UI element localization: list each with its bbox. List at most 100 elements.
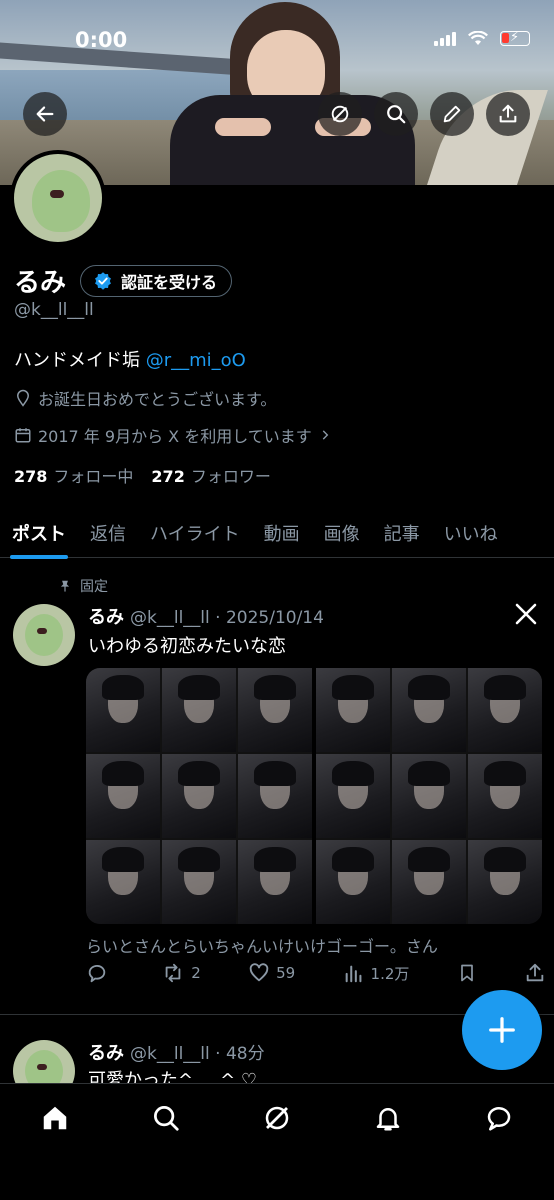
bell-icon (376, 1108, 400, 1131)
nav-grok[interactable] (247, 1098, 307, 1138)
photo-cell (316, 668, 390, 752)
post-avatar[interactable] (13, 604, 75, 666)
tab-likes[interactable]: いいね (432, 508, 510, 558)
post-header: るみ @k__ll__ll · 48分 (88, 1039, 265, 1065)
battery-icon: ⚡ (500, 30, 530, 46)
views-button[interactable]: 1.2万 (343, 962, 410, 984)
reply-icon (88, 964, 106, 983)
following-count: 278 (14, 467, 48, 486)
photo-cell (162, 840, 236, 924)
followers-label: フォロワー (190, 467, 271, 486)
profile-avatar[interactable] (10, 150, 106, 246)
heart-icon (249, 963, 269, 982)
reply-button[interactable] (86, 962, 114, 984)
post-text: いわゆる初恋みたいな恋 (88, 636, 286, 657)
pinned-label: 固定 (80, 579, 108, 595)
post-share-button[interactable] (524, 962, 546, 984)
photo-cell (392, 840, 466, 924)
tab-articles[interactable]: 記事 (372, 508, 432, 558)
post-avatar-figure (25, 614, 63, 656)
edit-pencil-icon (443, 105, 461, 123)
display-name: るみ (14, 268, 67, 298)
tab-highlights[interactable]: ハイライト (138, 508, 252, 558)
post-header: るみ @k__ll__ll · 2025/10/14 (88, 603, 324, 629)
photo-cell (238, 840, 312, 924)
pin-icon (60, 580, 70, 592)
joined-text: 2017 年 9月から X を利用しています (38, 427, 312, 446)
plus-icon (489, 1017, 515, 1043)
wifi-icon (468, 30, 488, 45)
follow-stats: 278 フォロー中 272 フォロワー (14, 463, 271, 487)
bookmark-icon (460, 964, 473, 982)
share-button[interactable] (486, 92, 530, 136)
chat-bubble-icon (487, 1107, 510, 1131)
photo-cell (162, 754, 236, 838)
status-time: 0:00 (75, 28, 128, 52)
photo-cell (468, 668, 542, 752)
photo-cell (392, 754, 466, 838)
home-icon (44, 1106, 67, 1130)
back-button[interactable] (23, 92, 67, 136)
bottom-nav (0, 1083, 554, 1200)
x-logo-icon[interactable] (514, 602, 538, 626)
name-row: るみ 認証を受ける (14, 262, 233, 299)
repost-count: 2 (191, 964, 201, 982)
grok-icon (265, 1106, 289, 1130)
media-image-right[interactable] (316, 668, 542, 924)
nav-search[interactable] (136, 1098, 196, 1138)
back-arrow-icon (36, 106, 54, 122)
media-caption: らいとさんとらいちゃんいけいけゴーゴー。さん (86, 937, 438, 956)
nav-notifications[interactable] (358, 1098, 418, 1138)
avatar-eye (50, 190, 64, 198)
profile-bio: ハンドメイド垢 @r__mi_oO (14, 346, 246, 372)
calendar-icon (15, 428, 31, 443)
compose-post-button[interactable] (462, 990, 542, 1070)
grok-button[interactable] (318, 92, 362, 136)
post-avatar-eye (37, 628, 47, 634)
profile-handle: @k__ll__ll (14, 300, 94, 320)
location-row: お誕生日おめでとうございます。 (14, 386, 276, 410)
photo-cell (468, 754, 542, 838)
search-icon (387, 105, 406, 124)
bio-text: ハンドメイド垢 (14, 350, 146, 371)
verify-label: 認証を受ける (121, 272, 218, 292)
bookmark-button[interactable] (457, 962, 477, 984)
tab-videos[interactable]: 動画 (252, 508, 312, 558)
post-handle-date: @k__ll__ll · 2025/10/14 (130, 608, 324, 628)
tab-replies[interactable]: 返信 (78, 508, 138, 558)
photo-cell (392, 668, 466, 752)
photo-cell (86, 840, 160, 924)
nav-messages[interactable] (469, 1098, 529, 1138)
edit-button[interactable] (430, 92, 474, 136)
analytics-icon (345, 965, 361, 983)
avatar-figure (32, 170, 90, 232)
views-count: 1.2万 (370, 964, 410, 983)
photo-cell (238, 754, 312, 838)
like-button[interactable]: 59 (248, 962, 295, 984)
signal-icon (434, 30, 456, 46)
post-media-grid[interactable] (86, 668, 542, 924)
verified-badge-icon (95, 271, 111, 290)
tab-posts[interactable]: ポスト (0, 508, 78, 559)
post-handle-time: @k__ll__ll · 48分 (130, 1044, 265, 1064)
bio-mention-link[interactable]: @r__mi_oO (146, 350, 246, 371)
post-author[interactable]: るみ (88, 1043, 124, 1064)
banner-person (165, 0, 415, 185)
tab-images[interactable]: 画像 (312, 508, 372, 558)
photo-cell (86, 754, 160, 838)
repost-button[interactable]: 2 (161, 962, 201, 984)
following-link[interactable]: 278 フォロー中 (14, 463, 133, 487)
get-verified-button[interactable]: 認証を受ける (80, 264, 233, 297)
location-pin-icon (16, 389, 30, 407)
location-text: お誕生日おめでとうございます。 (38, 390, 277, 409)
joined-row[interactable]: 2017 年 9月から X を利用しています (14, 423, 332, 447)
nav-home[interactable] (25, 1098, 85, 1138)
photo-cell (162, 668, 236, 752)
search-icon (154, 1106, 179, 1131)
search-button[interactable] (374, 92, 418, 136)
followers-count: 272 (151, 467, 185, 486)
followers-link[interactable]: 272 フォロワー (151, 463, 270, 487)
post-author[interactable]: るみ (88, 607, 124, 628)
media-image-left[interactable] (86, 668, 312, 924)
profile-tabs: ポスト 返信 ハイライト 動画 画像 記事 いいね (0, 508, 554, 559)
